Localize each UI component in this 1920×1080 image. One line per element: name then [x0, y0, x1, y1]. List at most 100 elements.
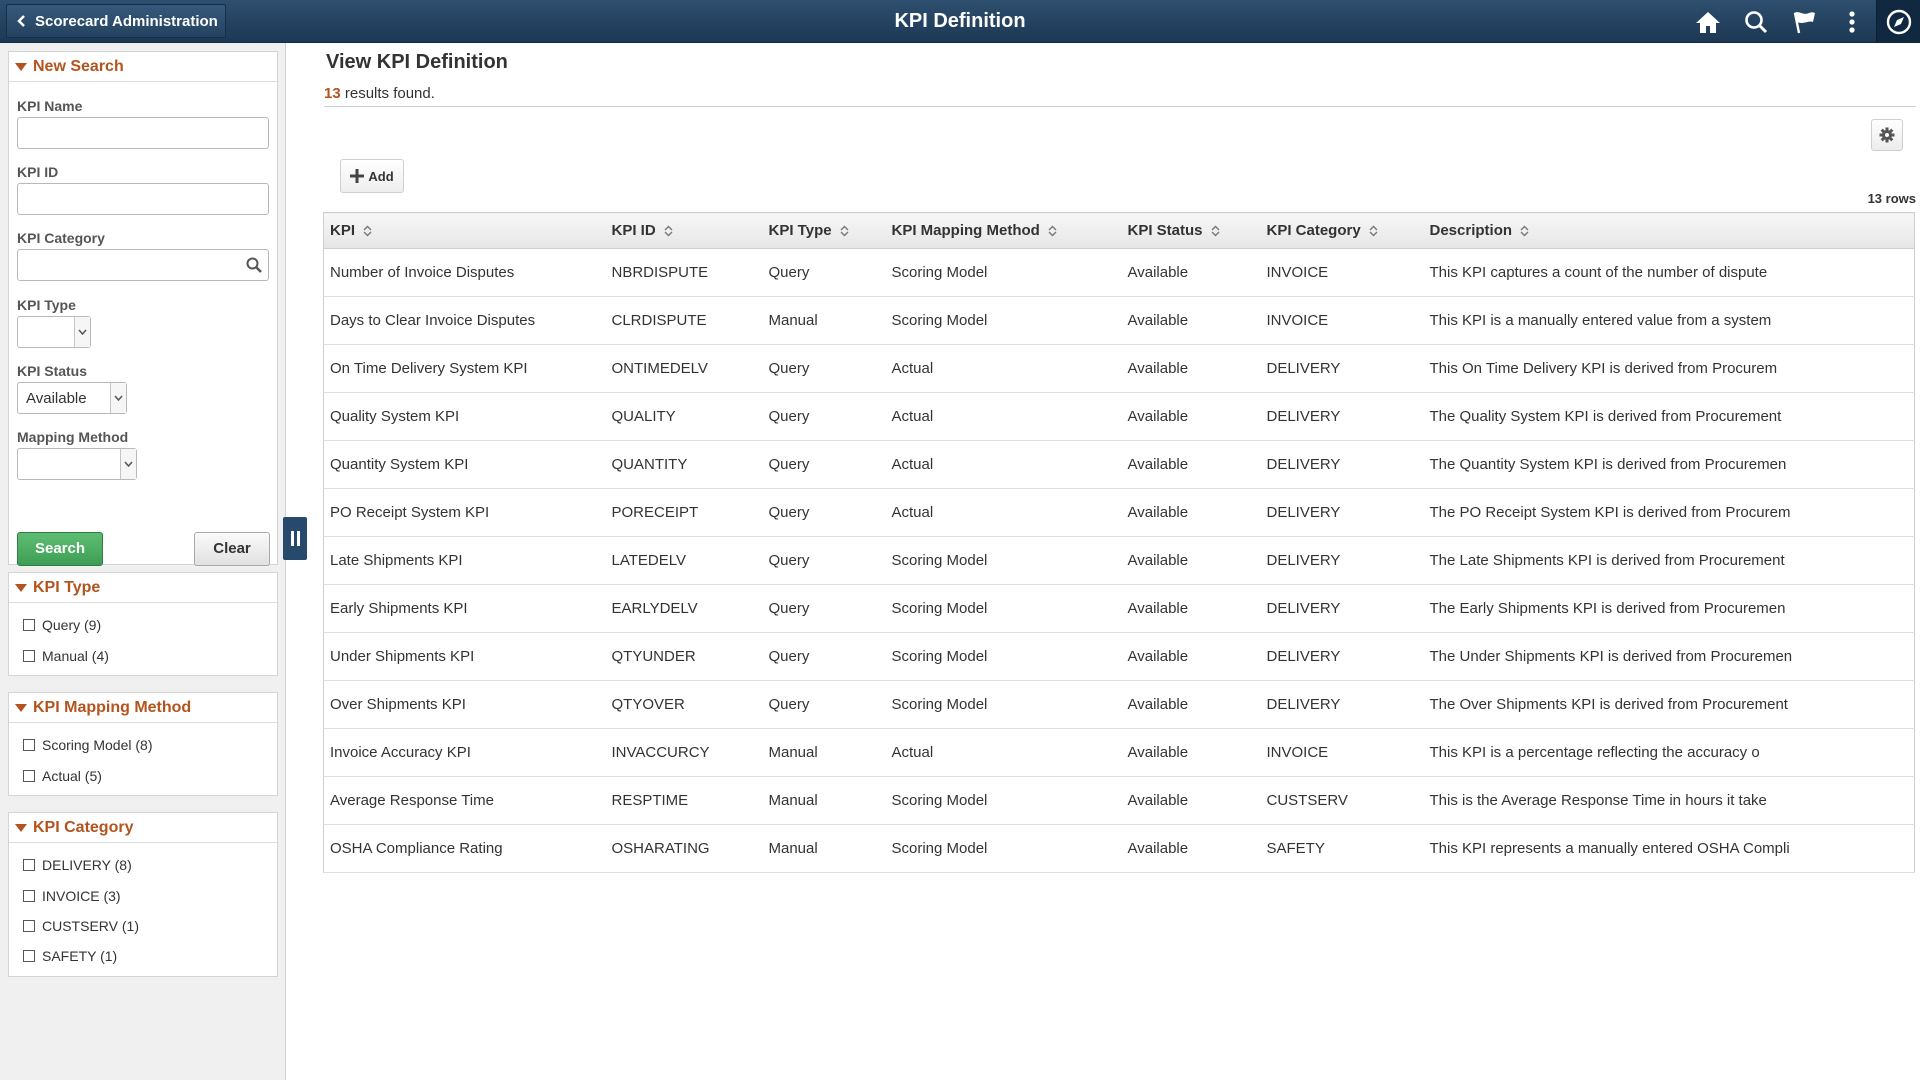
- kpi-type-cell: Query: [762, 392, 886, 441]
- checkbox[interactable]: [23, 739, 35, 751]
- checkbox[interactable]: [23, 650, 35, 662]
- sort-icon[interactable]: [363, 225, 372, 237]
- flag-icon[interactable]: [1780, 0, 1828, 43]
- table-row[interactable]: Number of Invoice Disputes NBRDISPUTE Quer…: [323, 248, 1915, 297]
- kpi-type-cell: Query: [762, 440, 886, 489]
- home-icon[interactable]: [1684, 0, 1732, 43]
- checkbox[interactable]: [23, 770, 35, 782]
- table-row[interactable]: OSHA Compliance Rating OSHARATING Manual Sc…: [323, 824, 1915, 873]
- mapping-method-select[interactable]: [17, 448, 137, 480]
- kpi-category-cell: DELIVERY: [1260, 344, 1424, 393]
- table-row[interactable]: Late Shipments KPI LATEDELV Query Scoring M…: [323, 536, 1915, 585]
- grid-header-row: KPI KPI ID KPI Type KPI Mapping Method KPI S…: [323, 212, 1915, 249]
- grid-settings-button[interactable]: [1871, 119, 1903, 151]
- kpi-status-select[interactable]: Available: [17, 382, 127, 414]
- table-row[interactable]: Days to Clear Invoice Disputes CLRDISPUTE…: [323, 296, 1915, 345]
- results-summary: 13 results found.: [324, 85, 435, 102]
- kpi-category-input[interactable]: [17, 249, 269, 281]
- table-row[interactable]: Early Shipments KPI EARLYDELV Query Scoring…: [323, 584, 1915, 633]
- divider: [324, 106, 1916, 107]
- facet-header: KPI Mapping Method: [33, 698, 192, 716]
- facet-option-invoice[interactable]: INVOICE (3): [23, 888, 121, 904]
- kpi-results-grid: KPI KPI ID KPI Type KPI Mapping Method KPI S…: [323, 212, 1915, 873]
- kpi-name-cell: OSHA Compliance Rating: [323, 824, 606, 873]
- sort-icon[interactable]: [664, 225, 673, 237]
- description-cell: The Early Shipments KPI is derived from …: [1423, 584, 1915, 633]
- facet-option-scoring-model[interactable]: Scoring Model (8): [23, 737, 153, 753]
- column-header-mapping-method[interactable]: KPI Mapping Method: [885, 212, 1122, 249]
- kpi-category-cell: DELIVERY: [1260, 440, 1424, 489]
- sort-icon[interactable]: [840, 225, 849, 237]
- new-search-toggle[interactable]: New Search: [9, 52, 277, 82]
- table-row[interactable]: Over Shipments KPI QTYOVER Query Scoring Mo…: [323, 680, 1915, 729]
- mapping-method-cell: Scoring Model: [885, 824, 1122, 873]
- search-icon[interactable]: [1732, 0, 1780, 43]
- table-row[interactable]: PO Receipt System KPI PORECEIPT Query Actua…: [323, 488, 1915, 537]
- checkbox[interactable]: [23, 859, 35, 871]
- description-cell: This KPI represents a manually entered O…: [1423, 824, 1915, 873]
- column-header-kpi-type[interactable]: KPI Type: [762, 212, 886, 249]
- facet-mapping-method-toggle[interactable]: KPI Mapping Method: [9, 693, 277, 723]
- kpi-type-select[interactable]: [17, 316, 91, 348]
- results-count: 13: [324, 85, 341, 102]
- more-icon[interactable]: [1828, 0, 1876, 43]
- kpi-type-cell: Manual: [762, 776, 886, 825]
- table-row[interactable]: Quality System KPI QUALITY Query Actual Avai…: [323, 392, 1915, 441]
- kpi-category-cell: CUSTSERV: [1260, 776, 1424, 825]
- checkbox[interactable]: [23, 890, 35, 902]
- column-header-kpi[interactable]: KPI: [323, 212, 606, 249]
- navbar-icon[interactable]: [1876, 0, 1920, 43]
- table-row[interactable]: Invoice Accuracy KPI INVACCURCY Manual Actu…: [323, 728, 1915, 777]
- facet-option-safety[interactable]: SAFETY (1): [23, 948, 117, 964]
- sort-icon[interactable]: [1048, 225, 1057, 237]
- kpi-name-input[interactable]: [17, 117, 269, 149]
- banner-actions: [1684, 0, 1920, 43]
- checkbox[interactable]: [23, 619, 35, 631]
- kpi-status-cell: Available: [1121, 440, 1261, 489]
- kpi-category-cell: SAFETY: [1260, 824, 1424, 873]
- kpi-category-cell: INVOICE: [1260, 296, 1424, 345]
- banner: Scorecard Administration KPI Definition: [0, 0, 1920, 43]
- kpi-category-cell: INVOICE: [1260, 248, 1424, 297]
- mapping-method-cell: Actual: [885, 440, 1122, 489]
- kpi-id-label: KPI ID: [17, 164, 59, 180]
- column-header-kpi-status[interactable]: KPI Status: [1121, 212, 1261, 249]
- kpi-name-label: KPI Name: [17, 98, 83, 114]
- facet-option-custserv[interactable]: CUSTSERV (1): [23, 918, 139, 934]
- checkbox[interactable]: [23, 920, 35, 932]
- chevron-down-icon: [110, 383, 126, 413]
- column-header-kpi-category[interactable]: KPI Category: [1260, 212, 1424, 249]
- facet-option-delivery[interactable]: DELIVERY (8): [23, 857, 132, 873]
- sort-icon[interactable]: [1211, 225, 1220, 237]
- search-button[interactable]: Search: [17, 532, 103, 566]
- table-row[interactable]: On Time Delivery System KPI ONTIMEDELV Que…: [323, 344, 1915, 393]
- facet-option-actual[interactable]: Actual (5): [23, 768, 102, 784]
- description-cell: This is the Average Response Time in hou…: [1423, 776, 1915, 825]
- column-header-description[interactable]: Description: [1423, 212, 1915, 249]
- facet-kpi-category-toggle[interactable]: KPI Category: [9, 813, 277, 843]
- back-button[interactable]: Scorecard Administration: [6, 4, 226, 38]
- facet-kpi-type-toggle[interactable]: KPI Type: [9, 573, 277, 603]
- table-row[interactable]: Average Response Time RESPTIME Manual Scori…: [323, 776, 1915, 825]
- kpi-status-label: KPI Status: [17, 363, 88, 379]
- table-row[interactable]: Quantity System KPI QUANTITY Query Actual Av…: [323, 440, 1915, 489]
- mapping-method-cell: Scoring Model: [885, 248, 1122, 297]
- kpi-status-cell: Available: [1121, 344, 1261, 393]
- kpi-name-cell: Days to Clear Invoice Disputes: [323, 296, 606, 345]
- mapping-method-cell: Scoring Model: [885, 680, 1122, 729]
- checkbox[interactable]: [23, 950, 35, 962]
- kpi-id-cell: PORECEIPT: [605, 488, 763, 537]
- facet-option-manual[interactable]: Manual (4): [23, 648, 109, 664]
- kpi-id-cell: QUANTITY: [605, 440, 763, 489]
- lookup-icon[interactable]: [246, 257, 262, 273]
- facet-option-query[interactable]: Query (9): [23, 617, 101, 633]
- add-button[interactable]: Add: [340, 159, 404, 193]
- mapping-method-cell: Actual: [885, 344, 1122, 393]
- sort-icon[interactable]: [1369, 225, 1378, 237]
- column-header-kpi-id[interactable]: KPI ID: [605, 212, 763, 249]
- mapping-method-cell: Scoring Model: [885, 776, 1122, 825]
- table-row[interactable]: Under Shipments KPI QTYUNDER Query Scoring …: [323, 632, 1915, 681]
- sort-icon[interactable]: [1520, 225, 1529, 237]
- kpi-id-input[interactable]: [17, 183, 269, 215]
- clear-button[interactable]: Clear: [194, 532, 270, 566]
